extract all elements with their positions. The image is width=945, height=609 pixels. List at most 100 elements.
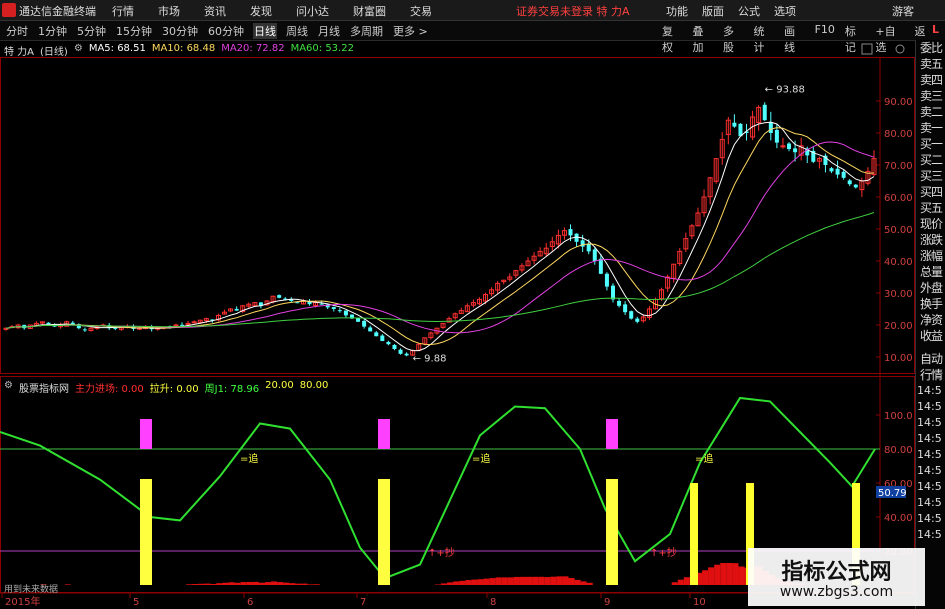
candle-body-down xyxy=(331,307,336,309)
momentum-bar xyxy=(708,567,715,585)
momentum-bar xyxy=(574,579,581,585)
candle-body-down xyxy=(774,130,779,143)
candle-body-down xyxy=(586,244,591,252)
momentum-bar xyxy=(671,582,678,585)
side-field-16[interactable]: 换手 xyxy=(916,296,945,312)
side-field-18[interactable]: 收益 xyxy=(916,328,945,344)
candle-body-down xyxy=(829,168,834,172)
ind-tick-label: 40.00 xyxy=(884,513,913,524)
ma5-line xyxy=(5,121,875,352)
price-tick-label: 90.00 xyxy=(884,97,913,108)
side-field-9[interactable]: 买四 xyxy=(916,184,945,200)
momentum-bar xyxy=(277,582,284,585)
momentum-bar xyxy=(192,584,199,585)
date-tick-label: 7 xyxy=(360,597,366,608)
momentum-bar xyxy=(732,563,739,585)
side-field-7[interactable]: 买二 xyxy=(916,152,945,168)
momentum-bar xyxy=(556,576,563,585)
side-bottom-10: 14:5 xyxy=(917,512,942,525)
candle-body-down xyxy=(847,180,852,185)
signal-bar-yellow-right xyxy=(690,483,698,585)
candle-body-down xyxy=(180,324,185,326)
side-field-14[interactable]: 总量 xyxy=(916,264,945,280)
candle-body-down xyxy=(113,327,118,329)
momentum-bar xyxy=(677,579,684,585)
signal-bar-yellow xyxy=(378,479,390,585)
momentum-bar xyxy=(64,584,71,585)
settings-icon[interactable] xyxy=(895,44,905,54)
candle-body-down xyxy=(568,229,573,236)
side-field-1[interactable]: 卖五 xyxy=(916,56,945,72)
zoom-icon[interactable] xyxy=(861,43,873,55)
momentum-bar xyxy=(289,583,296,585)
side-field-0[interactable]: 委比 xyxy=(916,40,945,56)
indicator-gear-icon[interactable]: ⚙ xyxy=(4,380,13,395)
candle-body-down xyxy=(277,295,282,298)
side-bottom-11: 14:5 xyxy=(917,528,942,541)
price-tick-label: 50.00 xyxy=(884,225,913,236)
candle-body-down xyxy=(787,143,792,149)
side-field-8[interactable]: 买三 xyxy=(916,168,945,184)
price-tick-label: 80.00 xyxy=(884,129,913,140)
candle-body-down xyxy=(793,148,798,153)
side-bottom-2: 14:5 xyxy=(917,384,942,397)
indicator-info-line: ⚙ 股票指标网 主力进场: 0.00 拉升: 0.00 周J1: 78.96 2… xyxy=(4,380,334,395)
momentum-bar xyxy=(483,578,490,585)
candle-body-up xyxy=(173,324,179,327)
candle-body-down xyxy=(368,327,373,332)
side-bottom-0[interactable]: 自动 xyxy=(916,351,945,367)
momentum-bar xyxy=(495,577,502,585)
signal-bar-yellow xyxy=(606,479,618,585)
momentum-bar xyxy=(720,563,727,585)
candle-body-down xyxy=(835,168,840,175)
ma10-line xyxy=(5,127,875,346)
candle-body-down xyxy=(604,273,609,287)
side-field-4[interactable]: 卖二 xyxy=(916,104,945,120)
momentum-bar xyxy=(550,576,557,585)
side-field-13[interactable]: 涨幅 xyxy=(916,248,945,264)
kline-chart[interactable]: 90.00 80.00 70.00 60.00 50.00 40.00 30.00 20.00… xyxy=(0,0,915,609)
candle-body-down xyxy=(623,304,628,313)
momentum-bar xyxy=(434,584,442,585)
momentum-bar xyxy=(738,566,745,585)
date-axis: 2015年 5 6 7 8 9 10 xyxy=(1,593,706,608)
side-bottom-1[interactable]: 行情 xyxy=(916,367,945,383)
level-badge[interactable]: L xyxy=(932,23,939,36)
side-field-11[interactable]: 现价 xyxy=(916,216,945,232)
price-tick-label: 60.00 xyxy=(884,193,913,204)
momentum-bar xyxy=(447,582,454,585)
momentum-bar xyxy=(507,577,514,585)
signal-bar-magenta xyxy=(378,419,390,449)
date-tick-label: 10 xyxy=(693,597,706,608)
side-field-15[interactable]: 外盘 xyxy=(916,280,945,296)
watermark-title: 指标公式网 xyxy=(781,560,892,585)
current-value-text: 50.79 xyxy=(878,488,907,499)
momentum-bar xyxy=(258,582,266,585)
side-field-12[interactable]: 涨跌 xyxy=(916,232,945,248)
side-bottom-7: 14:5 xyxy=(917,464,942,477)
side-field-2[interactable]: 卖四 xyxy=(916,72,945,88)
side-field-6[interactable]: 买一 xyxy=(916,136,945,152)
momentum-bar xyxy=(240,582,247,585)
date-tick-label: 6 xyxy=(247,597,253,608)
side-field-17[interactable]: 净资 xyxy=(916,312,945,328)
level-20: 20.00 xyxy=(265,380,294,391)
side-field-5[interactable]: 卖一 xyxy=(916,120,945,136)
candle-body-down xyxy=(853,184,858,188)
candle-body-down xyxy=(404,353,409,356)
momentum-bar xyxy=(265,582,272,585)
side-field-3[interactable]: 卖三 xyxy=(916,88,945,104)
momentum-bar xyxy=(519,576,527,585)
candle-body-down xyxy=(392,344,397,349)
price-tick-label: 10.00 xyxy=(884,353,913,364)
lift-value: 拉升: 0.00 xyxy=(149,384,199,395)
signal-bar-magenta xyxy=(140,419,152,449)
chao-label: ↑+抄 xyxy=(650,546,677,559)
momentum-bar xyxy=(228,582,235,585)
candle-body-down xyxy=(635,318,640,322)
price-tick-label: 20.00 xyxy=(884,321,913,332)
candle-body-down xyxy=(295,302,300,304)
side-field-10[interactable]: 买五 xyxy=(916,200,945,216)
candle-body-down xyxy=(374,332,379,337)
momentum-bar xyxy=(459,580,466,585)
